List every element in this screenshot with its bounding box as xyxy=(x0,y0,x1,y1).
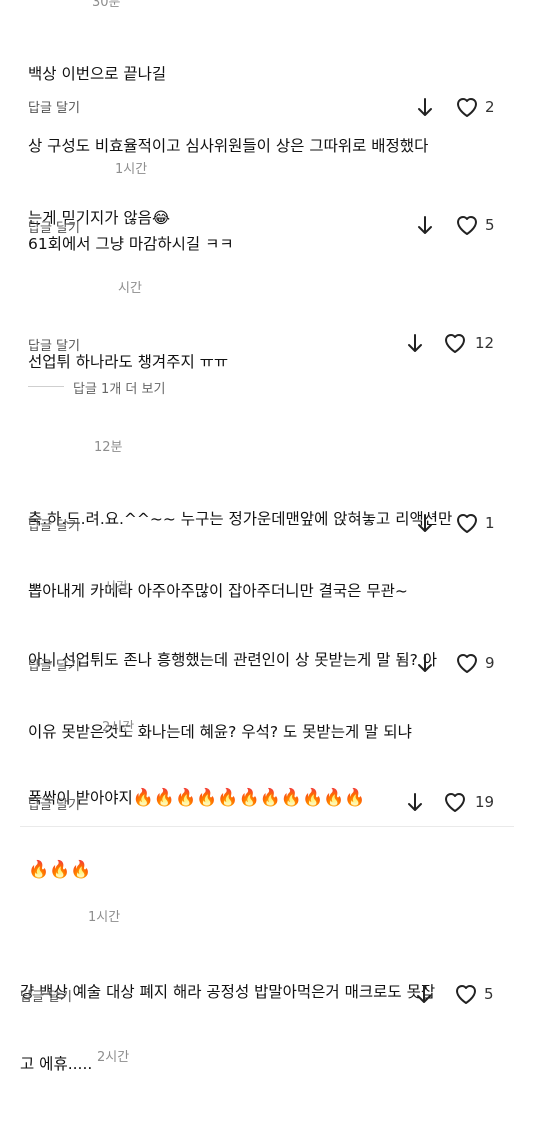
like-count: 2 xyxy=(485,98,495,116)
comment-line: 아니 선업튀도 존나 흥행했는데 관련인이 상 못받는게 말 됨? 아 xyxy=(28,651,438,669)
heart-icon[interactable] xyxy=(455,96,479,118)
reply-button[interactable]: 답글 달기 xyxy=(20,986,72,1005)
heart-icon[interactable] xyxy=(455,214,479,236)
like-count: 19 xyxy=(475,793,495,811)
like-count: 1 xyxy=(485,514,495,532)
heart-icon[interactable] xyxy=(455,652,479,674)
like-count: 5 xyxy=(484,985,494,1003)
arrow-down-icon[interactable] xyxy=(405,792,425,814)
arrow-down-icon[interactable] xyxy=(414,984,434,1006)
arrow-down-icon[interactable] xyxy=(415,513,435,535)
reply-button[interactable]: 답글 달기 xyxy=(28,655,80,674)
comment-time: 30분 xyxy=(92,0,121,10)
reply-button[interactable]: 답글 달기 xyxy=(28,217,80,236)
reply-button[interactable]: 답글 달기 xyxy=(28,97,80,116)
comment-text: 선업튀 하나라도 챙겨주지 ㅠㅠ xyxy=(28,302,228,422)
heart-icon[interactable] xyxy=(454,983,478,1005)
comment-line: 고 에휴..... xyxy=(20,1055,93,1073)
comment-time: 2시간 xyxy=(102,720,135,735)
arrow-down-icon[interactable] xyxy=(415,215,435,237)
arrow-down-icon[interactable] xyxy=(415,653,435,675)
heart-icon[interactable] xyxy=(443,791,467,813)
comment-time: 시간 xyxy=(118,281,142,296)
arrow-down-icon[interactable] xyxy=(415,97,435,119)
like-count: 9 xyxy=(485,654,495,672)
comment-time: 1시간 xyxy=(115,162,148,177)
more-replies-button[interactable]: 답글 1개 더 보기 xyxy=(73,378,165,397)
divider xyxy=(20,826,514,827)
comment-time: 12분 xyxy=(94,440,123,455)
arrow-down-icon[interactable] xyxy=(405,333,425,355)
thread-line xyxy=(28,386,64,387)
reply-button[interactable]: 답글 달기 xyxy=(28,515,80,534)
comment-line: 백상 이번으로 끝나길 xyxy=(28,65,167,83)
comment-time: 2시간 xyxy=(97,1050,130,1065)
comment-text: 폭싹이 받아야지🔥🔥🔥🔥🔥🔥🔥🔥🔥🔥🔥 🔥🔥🔥 xyxy=(28,738,366,930)
comment-line: 상 구성도 비효율적이고 심사위원들이 상은 그따위로 배정했다 xyxy=(28,137,429,155)
reply-button[interactable]: 답글 달기 xyxy=(28,794,80,813)
comment-text: 걍 백상 예술 대상 폐지 해라 공정성 밥말아먹은거 매크로도 못잡 고 에휴… xyxy=(20,932,435,1124)
comment-line: 걍 백상 예술 대상 폐지 해라 공정성 밥말아먹은거 매크로도 못잡 xyxy=(20,983,436,1001)
comment-time: 1시간 xyxy=(88,910,121,925)
like-count: 12 xyxy=(475,334,495,352)
heart-icon[interactable] xyxy=(455,512,479,534)
comment-time: 시간 xyxy=(104,580,128,595)
like-count: 5 xyxy=(485,216,495,234)
fire-emoji-row: 🔥🔥🔥🔥🔥🔥🔥🔥🔥🔥🔥 xyxy=(132,788,366,808)
fire-emoji-row: 🔥🔥🔥 xyxy=(28,860,92,880)
comment-line: 축.하.드.려.요.^^~~ 누구는 정가운데맨앞에 앉혀놓고 리액션만 xyxy=(28,510,453,528)
heart-icon[interactable] xyxy=(443,332,467,354)
reply-button[interactable]: 답글 달기 xyxy=(28,335,80,354)
